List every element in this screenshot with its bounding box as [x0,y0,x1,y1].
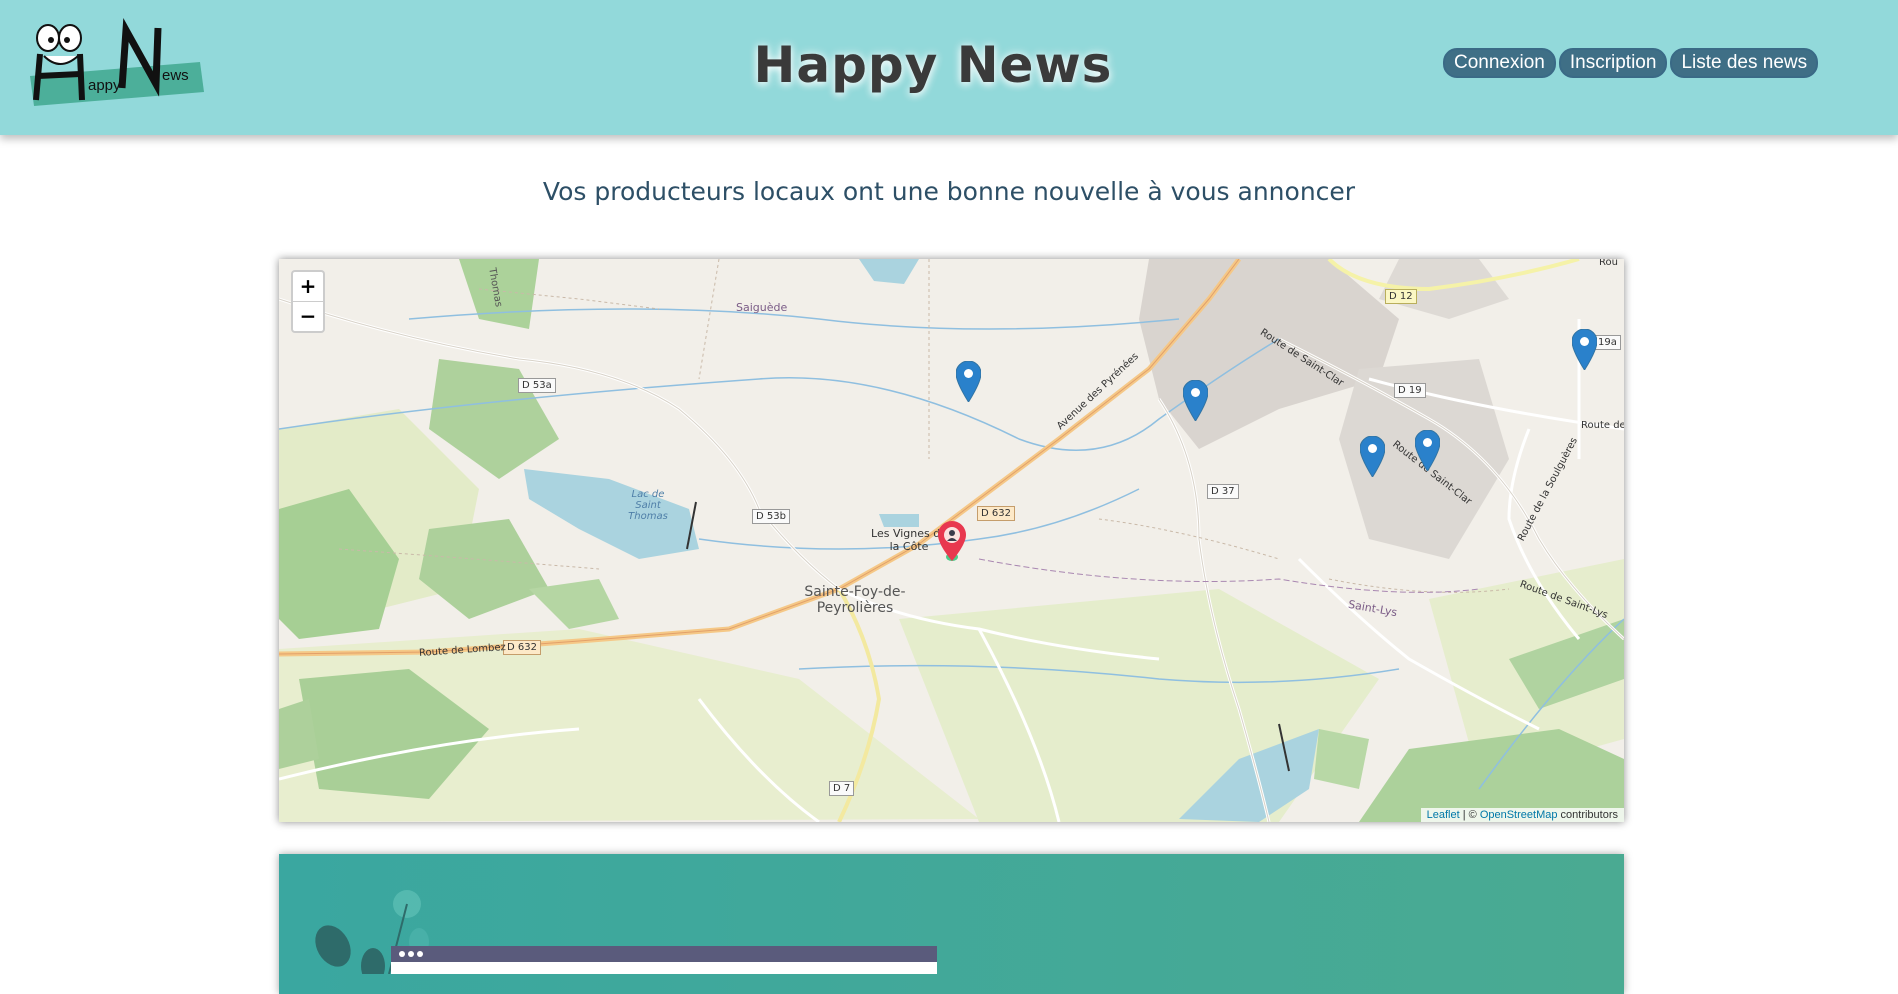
zoom-in-button[interactable]: + [293,272,323,301]
map-label-vignes: Les Vignes de la Côte [871,527,947,553]
map-label-sainte-foy: Sainte-Foy-de-Peyrolières [804,584,906,616]
road-d632-a: D 632 [977,506,1015,521]
road-rou: Rou [1599,259,1618,268]
news-list-button[interactable]: Liste des news [1670,48,1819,78]
map-attribution: Leaflet | © OpenStreetMap contributors [1420,808,1624,822]
attribution-separator: | © [1459,809,1480,821]
road-d632-b: D 632 [503,640,541,655]
road-d19: D 19 [1394,383,1426,398]
road-d12: D 12 [1385,289,1417,304]
producer-marker-icon[interactable] [1360,436,1385,477]
main-nav: Connexion Inscription Liste des news [1443,48,1819,78]
site-header: appy ews Happy News Connexion Inscriptio… [0,0,1898,135]
signup-button[interactable]: Inscription [1558,48,1668,78]
road-route-l: Route de L [1581,420,1624,431]
road-d19a: 19a [1594,335,1621,350]
road-d37: D 37 [1207,484,1239,499]
producer-marker-icon[interactable] [956,361,981,402]
leaflet-link[interactable]: Leaflet [1427,809,1460,821]
news-illustration [315,890,937,974]
zoom-out-button[interactable]: − [293,301,323,331]
map-label-saiguede: Saiguède [736,301,788,314]
map-label-lac: Lac de Saint Thomas [628,489,668,522]
openstreetmap-link[interactable]: OpenStreetMap [1480,809,1558,821]
road-d53b: D 53b [752,509,790,524]
producer-marker-icon[interactable] [1415,430,1440,471]
producers-map[interactable]: Saiguède Thomas Lac de Saint Thomas Les … [279,259,1624,822]
zoom-control: + − [291,270,325,333]
user-location-icon[interactable] [938,521,966,563]
producer-marker-icon[interactable] [1183,380,1208,421]
login-button[interactable]: Connexion [1443,48,1556,78]
producer-marker-icon[interactable] [1572,329,1597,370]
attribution-suffix: contributors [1557,809,1618,821]
road-d53a: D 53a [518,378,556,393]
page-subtitle: Vos producteurs locaux ont une bonne nou… [542,177,1356,206]
news-card [279,854,1624,994]
road-d7: D 7 [829,781,855,796]
